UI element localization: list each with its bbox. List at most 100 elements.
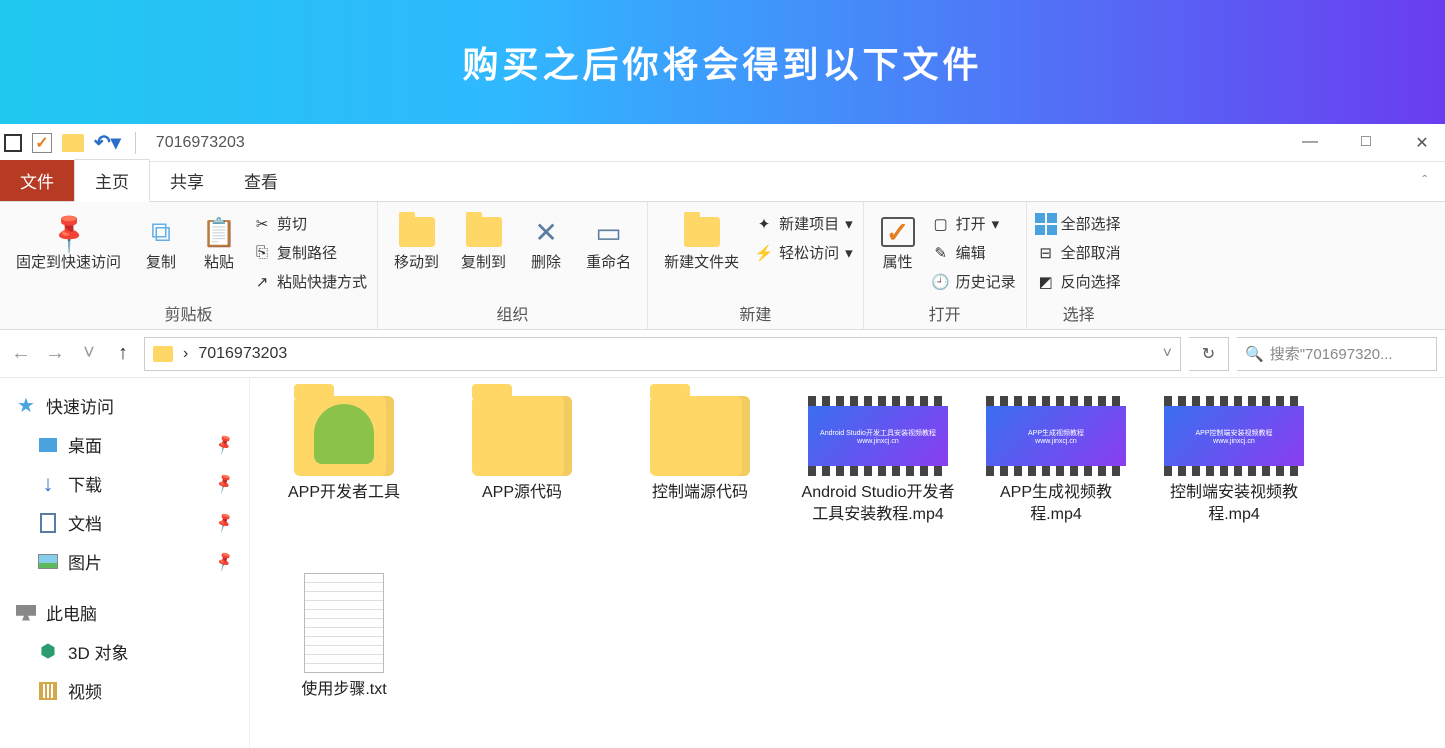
copypath-button[interactable]: ⎘复制路径	[253, 239, 367, 266]
pasteshortcut-button[interactable]: ↗粘贴快捷方式	[253, 268, 367, 295]
file-item[interactable]: Android Studio开发工具安装视频教程www.jinxcj.cn And…	[798, 396, 958, 525]
scissors-icon: ✂	[253, 215, 271, 233]
delete-icon: ✕	[528, 214, 564, 250]
folder-icon	[472, 396, 572, 476]
sidebar-quickaccess[interactable]: ★快速访问	[0, 386, 249, 425]
newfolder-icon	[684, 214, 720, 250]
search-placeholder: 搜索"701697320...	[1270, 343, 1393, 364]
nav-forward-button[interactable]: →	[42, 341, 68, 367]
group-new: 新建文件夹 ✦新建项目 ▾ ⚡轻松访问 ▾ 新建	[648, 202, 864, 329]
nav-recent-button[interactable]: ˅	[76, 341, 102, 367]
pin-icon: 📌	[212, 433, 236, 456]
file-label: 控制端源代码	[652, 482, 748, 504]
tab-share[interactable]: 共享	[150, 160, 224, 201]
sidebar-desktop[interactable]: 桌面📌	[0, 425, 249, 464]
pin-icon: 📌	[212, 511, 236, 534]
sidebar-documents[interactable]: 文档📌	[0, 503, 249, 542]
document-icon	[38, 513, 58, 533]
sidebar-videos[interactable]: 视频	[0, 671, 249, 710]
paste-icon: 📋	[201, 214, 237, 250]
cut-button[interactable]: ✂剪切	[253, 210, 367, 237]
file-label: 控制端安装视频教程.mp4	[1154, 482, 1314, 525]
file-label: APP开发者工具	[288, 482, 400, 504]
address-bar[interactable]: › 7016973203 ˅	[144, 337, 1181, 371]
star-icon: ★	[16, 396, 36, 416]
file-item[interactable]: APP源代码	[442, 396, 602, 504]
open-button[interactable]: ▢打开 ▾	[932, 210, 1016, 237]
file-label: Android Studio开发者工具安装教程.mp4	[798, 482, 958, 525]
copyto-button[interactable]: 复制到	[455, 210, 512, 276]
folder-icon	[294, 396, 394, 476]
group-select: 全部选择 ⊟全部取消 ◩反向选择 选择	[1027, 202, 1131, 329]
file-item[interactable]: 控制端源代码	[620, 396, 780, 504]
tab-view[interactable]: 查看	[224, 160, 298, 201]
breadcrumb[interactable]: 7016973203	[198, 345, 287, 363]
video-thumbnail: APP控制端安装视频教程www.jinxcj.cn	[1164, 396, 1304, 476]
breadcrumb-sep[interactable]: ›	[183, 345, 188, 363]
rename-icon: ▭	[591, 214, 627, 250]
video-thumbnail: Android Studio开发工具安装视频教程www.jinxcj.cn	[808, 396, 948, 476]
file-label: 使用步骤.txt	[301, 679, 386, 701]
refresh-button[interactable]: ↻	[1189, 337, 1229, 371]
group-open: ✓ 属性 ▢打开 ▾ ✎编辑 🕘历史记录 打开	[864, 202, 1027, 329]
newfolder-button[interactable]: 新建文件夹	[658, 210, 745, 276]
copy-icon: ⧉	[143, 214, 179, 250]
minimize-button[interactable]: —	[1295, 133, 1325, 153]
paste-button[interactable]: 📋 粘贴	[195, 210, 243, 276]
edit-button[interactable]: ✎编辑	[932, 239, 1016, 266]
file-item[interactable]: APP控制端安装视频教程www.jinxcj.cn 控制端安装视频教程.mp4	[1154, 396, 1314, 525]
group-organize: 移动到 复制到 ✕ 删除 ▭ 重命名 组织	[378, 202, 648, 329]
pin-quickaccess-button[interactable]: 📌 固定到快速访问	[10, 210, 127, 276]
window-title: 7016973203	[156, 134, 245, 152]
tab-file[interactable]: 文件	[0, 160, 74, 201]
selectall-icon	[1037, 215, 1055, 233]
separator	[135, 132, 136, 154]
addr-dropdown-icon[interactable]: ˅	[1163, 345, 1172, 363]
newitem-icon: ✦	[755, 215, 773, 233]
pin-icon: 📌	[43, 207, 94, 258]
easyaccess-button[interactable]: ⚡轻松访问 ▾	[755, 239, 853, 266]
sidebar-thispc[interactable]: 此电脑	[0, 593, 249, 632]
search-icon: 🔍	[1245, 345, 1264, 363]
maximize-button[interactable]: □	[1351, 133, 1381, 153]
qat-folder-icon[interactable]	[62, 134, 84, 152]
rename-button[interactable]: ▭ 重命名	[580, 210, 637, 276]
qat-check-icon[interactable]: ✓	[32, 133, 52, 153]
txt-icon	[304, 573, 384, 673]
copy-button[interactable]: ⧉ 复制	[137, 210, 185, 276]
cube-icon: ⬢	[38, 642, 58, 662]
ribbon-collapse-icon[interactable]: ˆ	[1422, 172, 1427, 188]
pin-icon: 📌	[212, 550, 236, 573]
banner-title: 购买之后你将会得到以下文件	[462, 36, 982, 88]
file-label: APP源代码	[482, 482, 562, 504]
moveto-button[interactable]: 移动到	[388, 210, 445, 276]
close-button[interactable]: ✕	[1407, 133, 1437, 153]
qat-undo-icon[interactable]: ↶▾	[94, 130, 121, 155]
moveto-icon	[399, 214, 435, 250]
sidebar-pictures[interactable]: 图片📌	[0, 542, 249, 581]
history-icon: 🕘	[932, 273, 950, 291]
search-input[interactable]: 🔍 搜索"701697320...	[1237, 337, 1437, 371]
nav-up-button[interactable]: ↑	[110, 341, 136, 367]
body: ★快速访问 桌面📌 ↓下载📌 文档📌 图片📌 此电脑 ⬢3D 对象 视频 APP…	[0, 378, 1445, 748]
window-titlebar: ✓ ↶▾ 7016973203 — □ ✕	[0, 124, 1445, 162]
delete-button[interactable]: ✕ 删除	[522, 210, 570, 276]
invert-button[interactable]: ◩反向选择	[1037, 268, 1121, 295]
selectall-button[interactable]: 全部选择	[1037, 210, 1121, 237]
tab-home[interactable]: 主页	[74, 159, 150, 202]
file-item[interactable]: 使用步骤.txt	[264, 573, 424, 701]
nav-back-button[interactable]: ←	[8, 341, 34, 367]
file-item[interactable]: APP生成视频教程www.jinxcj.cnAPP生成视频教程.mp4	[976, 396, 1136, 525]
newitem-button[interactable]: ✦新建项目 ▾	[755, 210, 853, 237]
properties-button[interactable]: ✓ 属性	[874, 210, 922, 276]
file-grid: APP开发者工具 APP源代码 控制端源代码 Android Studio开发工具安装…	[250, 378, 1445, 748]
sidebar-3dobjects[interactable]: ⬢3D 对象	[0, 632, 249, 671]
selectnone-button[interactable]: ⊟全部取消	[1037, 239, 1121, 266]
video-thumbnail: APP生成视频教程www.jinxcj.cn	[986, 396, 1126, 476]
addr-folder-icon	[153, 346, 173, 362]
sidebar-downloads[interactable]: ↓下载📌	[0, 464, 249, 503]
pin-icon: 📌	[212, 472, 236, 495]
group-clipboard: 📌 固定到快速访问 ⧉ 复制 📋 粘贴 ✂剪切 ⎘复制路径 ↗粘贴快捷方式 剪贴…	[0, 202, 378, 329]
file-item[interactable]: APP开发者工具	[264, 396, 424, 504]
history-button[interactable]: 🕘历史记录	[932, 268, 1016, 295]
